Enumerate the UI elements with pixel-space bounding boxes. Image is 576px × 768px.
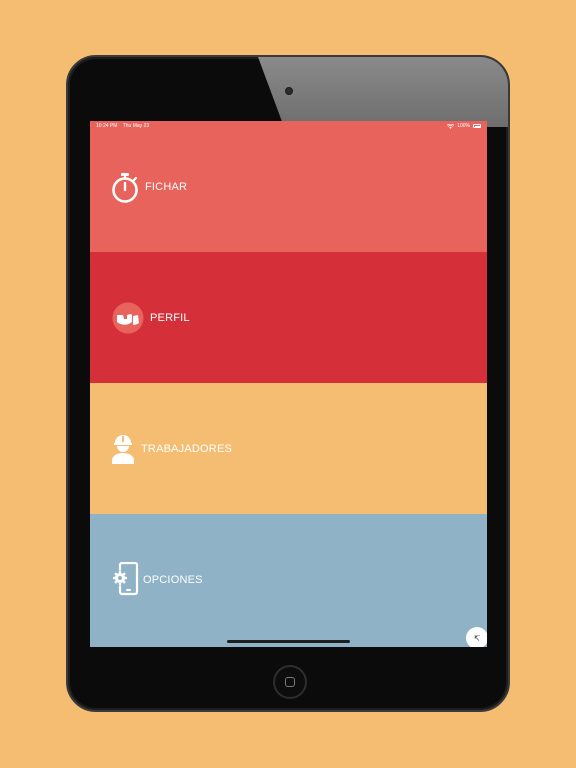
menu-label-perfil: PERFIL [150, 312, 190, 324]
menu-item-opciones[interactable]: OPCIONES [90, 514, 487, 647]
profile-icon [112, 302, 144, 334]
worker-hardhat-icon [111, 433, 135, 465]
home-square-icon [285, 677, 295, 687]
expand-arrow-icon: ↸ [473, 633, 481, 643]
home-button[interactable] [273, 665, 307, 699]
menu-item-fichar[interactable]: FICHAR [90, 121, 487, 252]
wifi-icon [447, 123, 455, 129]
status-right: 100% [447, 123, 481, 129]
expand-arrow-button[interactable]: ↸ [466, 627, 487, 647]
phone-settings-icon [111, 562, 139, 596]
menu-label-trabajadores: TRABAJADORES [141, 443, 233, 455]
front-camera [285, 87, 293, 95]
battery-percent: 100% [457, 123, 470, 129]
status-time: 10:24 PM [96, 123, 118, 129]
status-bar: 10:24 PM Thu May 23 100% [90, 121, 487, 131]
stopwatch-icon [111, 172, 139, 204]
app-screen: 10:24 PM Thu May 23 100% FICHAR PERFIL T… [90, 121, 487, 647]
status-left: 10:24 PM Thu May 23 [96, 123, 153, 129]
status-date: Thu May 23 [122, 123, 150, 129]
battery-icon [473, 124, 481, 128]
menu-label-fichar: FICHAR [145, 181, 188, 193]
screen-glare [258, 57, 508, 127]
menu-item-perfil[interactable]: PERFIL [90, 252, 487, 383]
home-indicator [227, 640, 350, 643]
menu-label-opciones: OPCIONES [143, 574, 203, 586]
menu-item-trabajadores[interactable]: TRABAJADORES [90, 383, 487, 514]
